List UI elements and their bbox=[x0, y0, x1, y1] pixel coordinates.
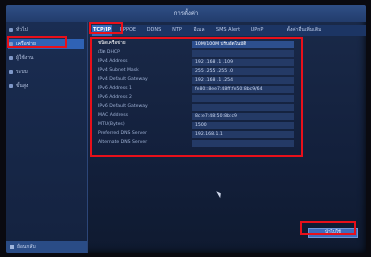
system-icon bbox=[9, 69, 13, 74]
sidebar-item-label: ขั้นสูง bbox=[16, 83, 29, 89]
highlight-network-menu bbox=[7, 36, 67, 48]
highlight-settings-table bbox=[90, 37, 303, 157]
tab-bar: TCP/IP PPPOE DDNS NTP อีเมล SMS Alert UP… bbox=[90, 25, 366, 36]
title-bar: การตั้งค่า bbox=[6, 5, 366, 22]
back-label: ย้อนกลับ bbox=[17, 244, 36, 250]
tab-sms-alert[interactable]: SMS Alert bbox=[212, 25, 244, 36]
sidebar-item-label: ผู้ใช้งาน bbox=[16, 55, 34, 61]
tab-more-settings[interactable]: ตั้งค่าอื่นเพิ่มเติม bbox=[270, 25, 338, 36]
tab-ntp[interactable]: NTP bbox=[168, 25, 186, 36]
tab-ddns[interactable]: DDNS bbox=[143, 25, 165, 36]
tab-email[interactable]: อีเมล bbox=[189, 25, 209, 36]
sidebar-item-users[interactable]: ผู้ใช้งาน bbox=[8, 53, 84, 63]
sidebar-item-advanced[interactable]: ขั้นสูง bbox=[8, 81, 84, 91]
tab-upnp[interactable]: UPnP bbox=[247, 25, 267, 36]
sidebar-item-label: ระบบ bbox=[16, 69, 28, 75]
back-icon bbox=[10, 244, 14, 249]
gear-icon bbox=[9, 27, 13, 32]
back-button[interactable]: ย้อนกลับ bbox=[6, 241, 87, 253]
user-icon bbox=[9, 55, 13, 60]
highlight-tcpip-tab bbox=[89, 22, 123, 34]
highlight-apply-button bbox=[300, 221, 356, 235]
window-title: การตั้งค่า bbox=[173, 10, 199, 17]
advanced-icon bbox=[9, 83, 13, 88]
sidebar-item-label: ทั่วไป bbox=[16, 27, 28, 33]
sidebar-item-system[interactable]: ระบบ bbox=[8, 67, 84, 77]
sidebar: ทั่วไป เครือข่าย ผู้ใช้งาน ระบบ ขั้นสูง … bbox=[6, 22, 88, 253]
sidebar-item-general[interactable]: ทั่วไป bbox=[8, 25, 84, 35]
